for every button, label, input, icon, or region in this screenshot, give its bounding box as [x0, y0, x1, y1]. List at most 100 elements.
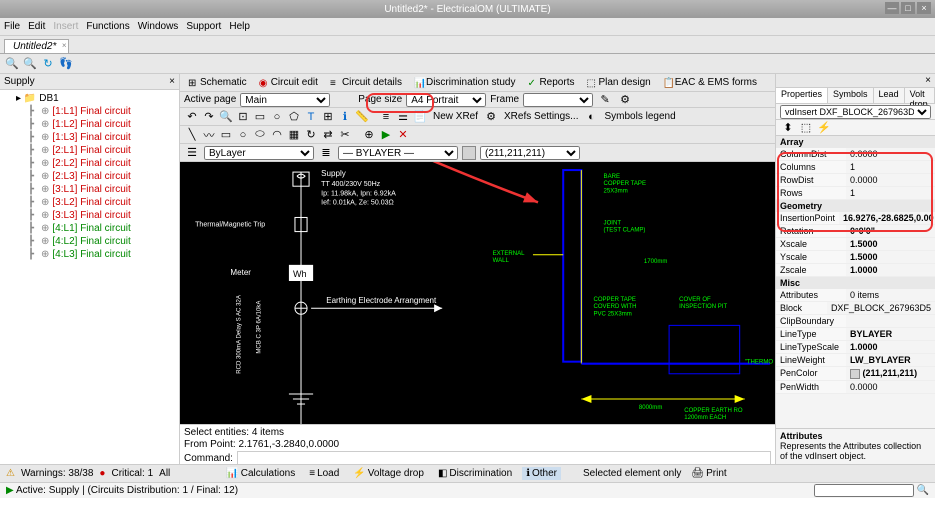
- line-tool-icon[interactable]: ╲: [184, 127, 200, 143]
- measure-icon[interactable]: 📏: [354, 109, 370, 125]
- tree-circuit[interactable]: ┣⊕ [2:L2] Final circuit: [4, 157, 175, 170]
- tree-circuit[interactable]: ┣⊕ [4:L1] Final circuit: [4, 222, 175, 235]
- tab-eac[interactable]: 📋EAC & EMS forms: [659, 76, 761, 89]
- command-input[interactable]: [237, 451, 771, 465]
- arc-icon[interactable]: ◠: [269, 127, 285, 143]
- filter-icon[interactable]: ⬚: [798, 120, 814, 136]
- tab-symbols[interactable]: Symbols: [828, 88, 874, 103]
- redo-icon[interactable]: ↷: [201, 109, 217, 125]
- tab-plan[interactable]: ⬚Plan design: [582, 76, 654, 89]
- xrefs-settings-button[interactable]: XRefs Settings...: [500, 111, 582, 122]
- tab-circuit-details[interactable]: ≡Circuit details: [326, 76, 406, 89]
- search-input[interactable]: [814, 484, 914, 497]
- filter-all[interactable]: All: [159, 468, 170, 479]
- page-size-select[interactable]: A4 Portrait: [406, 93, 486, 107]
- tab-schematic[interactable]: ⊞Schematic: [184, 76, 251, 89]
- search-icon[interactable]: 🔍: [917, 485, 929, 496]
- select-icon[interactable]: ▭: [252, 109, 268, 125]
- new-xref-button[interactable]: New XRef: [429, 111, 482, 122]
- layer-icon[interactable]: ≣: [318, 145, 334, 161]
- polyline-icon[interactable]: 〰: [201, 127, 217, 143]
- mirror-icon[interactable]: ⇄: [320, 127, 336, 143]
- object-selector[interactable]: vdInsert DXF_BLOCK_267963D5DCE5FED67l: [780, 105, 931, 119]
- circle-icon[interactable]: ○: [235, 127, 251, 143]
- calculations-button[interactable]: 📊Calculations: [222, 467, 299, 480]
- drawing-canvas[interactable]: Supply TT 400/230V 50Hz Ip: 11.98kA, Ipn…: [180, 162, 775, 424]
- color-swatch[interactable]: [462, 146, 476, 160]
- layer-icon[interactable]: ☰: [184, 145, 200, 161]
- tab-discrimination[interactable]: 📊Discrimination study: [410, 76, 519, 89]
- tree-circuit[interactable]: ┣⊕ [3:L2] Final circuit: [4, 196, 175, 209]
- active-page-select[interactable]: Main: [240, 93, 330, 107]
- text-tool-icon[interactable]: T: [303, 109, 319, 125]
- menu-support[interactable]: Support: [186, 21, 221, 32]
- refresh-icon[interactable]: ↻: [40, 56, 56, 72]
- tree-circuit[interactable]: ┣⊕ [4:L3] Final circuit: [4, 248, 175, 261]
- layer-select[interactable]: ByLayer: [204, 146, 314, 160]
- menu-functions[interactable]: Functions: [86, 21, 129, 32]
- linetype-select[interactable]: — BYLAYER —: [338, 146, 458, 160]
- delete-icon[interactable]: ✕: [395, 127, 411, 143]
- sort-icon[interactable]: ⬍: [780, 120, 796, 136]
- frame-select[interactable]: [523, 93, 593, 107]
- menu-file[interactable]: File: [4, 21, 20, 32]
- menu-insert[interactable]: Insert: [53, 21, 78, 32]
- tree-circuit[interactable]: ┣⊕ [3:L1] Final circuit: [4, 183, 175, 196]
- tree-circuit[interactable]: ┣⊕ [1:L2] Final circuit: [4, 118, 175, 131]
- tab-lead[interactable]: Lead: [874, 88, 905, 103]
- circle-tool-icon[interactable]: ○: [269, 109, 285, 125]
- zoom-window-icon[interactable]: ⊡: [235, 109, 251, 125]
- symbols-legend-button[interactable]: Symbols legend: [601, 111, 680, 122]
- tool-icon[interactable]: ⊕: [361, 127, 377, 143]
- voltage-drop-button[interactable]: ⚡Voltage drop: [349, 467, 428, 480]
- search-icon[interactable]: 🔍: [22, 56, 38, 72]
- tab-circuit-edit[interactable]: ◉Circuit edit: [255, 76, 322, 89]
- trim-icon[interactable]: ✂: [337, 127, 353, 143]
- zoom-icon[interactable]: 🔍: [218, 109, 234, 125]
- discrimination-button[interactable]: ◧Discrimination: [434, 467, 516, 480]
- property-grid[interactable]: Array ColumnDist0.0000 Columns1 RowDist0…: [776, 136, 935, 428]
- tree-circuit[interactable]: ┣⊕ [2:L3] Final circuit: [4, 170, 175, 183]
- minimize-button[interactable]: —: [885, 2, 899, 14]
- tree-circuit[interactable]: ┣⊕ [3:L3] Final circuit: [4, 209, 175, 222]
- tab-reports[interactable]: ✓Reports: [523, 76, 578, 89]
- tab-properties[interactable]: Properties: [776, 88, 828, 103]
- menu-windows[interactable]: Windows: [138, 21, 179, 32]
- polygon-icon[interactable]: ⬠: [286, 109, 302, 125]
- lightning-icon[interactable]: ⚡: [816, 120, 832, 136]
- footprint-icon[interactable]: 👣: [58, 56, 74, 72]
- grid-icon[interactable]: ⊞: [320, 109, 336, 125]
- tree-root[interactable]: ▸ 📁 DB1: [4, 92, 175, 105]
- maximize-button[interactable]: □: [901, 2, 915, 14]
- info-icon[interactable]: ℹ: [337, 109, 353, 125]
- tree-circuit[interactable]: ┣⊕ [1:L1] Final circuit: [4, 105, 175, 118]
- warnings-count[interactable]: Warnings: 38/38: [21, 468, 93, 479]
- hatch-icon[interactable]: ▦: [286, 127, 302, 143]
- ellipse-icon[interactable]: ⬭: [252, 127, 268, 143]
- edit-icon[interactable]: ✎: [597, 92, 613, 108]
- tab-volt-drop[interactable]: Volt drop: [905, 88, 935, 103]
- other-button[interactable]: ℹOther: [522, 467, 561, 480]
- gear-icon[interactable]: ⚙: [617, 92, 633, 108]
- panel-close-icon[interactable]: ×: [169, 76, 175, 87]
- undo-icon[interactable]: ↶: [184, 109, 200, 125]
- xref-settings-icon[interactable]: ⚙: [483, 109, 499, 125]
- rect-tool-icon[interactable]: ▭: [218, 127, 234, 143]
- print-button[interactable]: 🖨Print: [687, 467, 730, 480]
- close-tab-icon[interactable]: ×: [62, 41, 67, 50]
- menu-help[interactable]: Help: [229, 21, 250, 32]
- rotate-icon[interactable]: ↻: [303, 127, 319, 143]
- circuit-tree[interactable]: ▸ 📁 DB1 ┣⊕ [1:L1] Final circuit┣⊕ [1:L2]…: [0, 90, 179, 263]
- color-select[interactable]: (211,211,211): [480, 146, 580, 160]
- load-button[interactable]: ≡Load: [305, 467, 343, 480]
- xref-icon[interactable]: 📄: [412, 109, 428, 125]
- critical-count[interactable]: Critical: 1: [111, 468, 153, 479]
- tree-circuit[interactable]: ┣⊕ [4:L2] Final circuit: [4, 235, 175, 248]
- menu-edit[interactable]: Edit: [28, 21, 45, 32]
- legend-icon[interactable]: ◐: [584, 109, 600, 125]
- play-icon[interactable]: ▶: [378, 127, 394, 143]
- align-icon[interactable]: ≡: [378, 109, 394, 125]
- tree-circuit[interactable]: ┣⊕ [1:L3] Final circuit: [4, 131, 175, 144]
- tree-circuit[interactable]: ┣⊕ [2:L1] Final circuit: [4, 144, 175, 157]
- search-icon[interactable]: 🔍: [4, 56, 20, 72]
